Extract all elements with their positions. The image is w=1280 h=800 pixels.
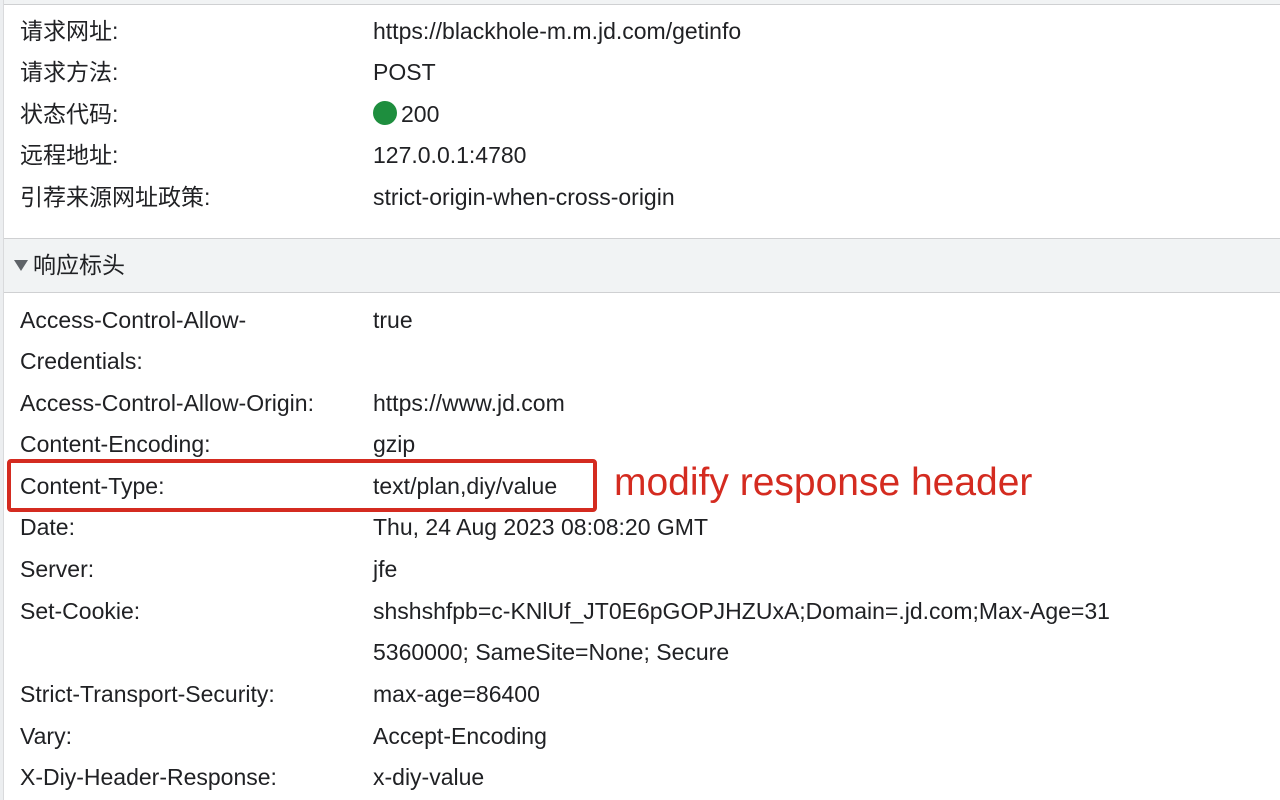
header-row-hsts: Strict-Transport-Security: max-age=86400 (0, 674, 1280, 715)
status-code-value: 200 (401, 101, 440, 127)
header-value-vary: Accept-Encoding (373, 723, 547, 749)
header-value-x-diy: x-diy-value (373, 764, 485, 790)
header-row-acao: Access-Control-Allow-Origin: https://www… (0, 383, 1280, 424)
general-row-status-code: 状态代码: 200 (0, 94, 1280, 135)
header-key-date: Date: (20, 514, 75, 540)
annotation-label: modify response header (614, 461, 1033, 504)
status-ok-icon (373, 101, 397, 125)
header-value-set-cookie: shshshfpb=c-KNlUf_JT0E6pGOPJHZUxA;Domain… (373, 598, 1110, 665)
header-row-x-diy: X-Diy-Header-Response: x-diy-value (0, 757, 1280, 798)
expand-triangle-icon (14, 260, 28, 271)
remote-address-value: 127.0.0.1:4780 (373, 142, 527, 168)
request-url-value: https://blackhole-m.m.jd.com/getinfo (373, 18, 742, 44)
header-value-acac: true (373, 307, 413, 333)
header-key-acao: Access-Control-Allow-Origin: (20, 390, 314, 416)
header-value-hsts: max-age=86400 (373, 681, 540, 707)
header-row-vary: Vary: Accept-Encoding (0, 716, 1280, 757)
request-method-label: 请求方法: (20, 59, 119, 85)
status-code-value-wrap: 200 (373, 94, 439, 135)
status-code-label: 状态代码: (20, 101, 119, 127)
general-row-request-method: 请求方法: POST (0, 52, 1280, 93)
header-key-vary: Vary: (20, 723, 72, 749)
response-headers-section-toggle[interactable]: 响应标头 (4, 238, 1280, 293)
header-row-date: Date: Thu, 24 Aug 2023 08:08:20 GMT (0, 507, 1280, 548)
header-value-acao: https://www.jd.com (373, 390, 565, 416)
general-row-remote-address: 远程地址: 127.0.0.1:4780 (0, 135, 1280, 176)
remote-address-label: 远程地址: (20, 142, 119, 168)
response-headers-title: 响应标头 (33, 252, 125, 278)
header-row-set-cookie: Set-Cookie: shshshfpb=c-KNlUf_JT0E6pGOPJ… (0, 591, 1280, 673)
header-key-x-diy: X-Diy-Header-Response: (20, 764, 277, 790)
header-value-date: Thu, 24 Aug 2023 08:08:20 GMT (373, 514, 709, 540)
content-type-highlight-box (7, 459, 597, 512)
panel-top-border (0, 0, 1280, 5)
header-key-hsts: Strict-Transport-Security: (20, 681, 275, 707)
headers-panel: 请求网址: https://blackhole-m.m.jd.com/getin… (0, 0, 1280, 800)
request-url-label: 请求网址: (20, 18, 119, 44)
request-method-value: POST (373, 59, 436, 85)
header-key-server: Server: (20, 556, 95, 582)
referrer-policy-label: 引荐来源网址政策: (20, 184, 211, 210)
header-row-server: Server: jfe (0, 549, 1280, 590)
general-row-request-url: 请求网址: https://blackhole-m.m.jd.com/getin… (0, 11, 1280, 52)
referrer-policy-value: strict-origin-when-cross-origin (373, 184, 675, 210)
header-row-acac: Access-Control-Allow-Credentials: true (0, 300, 1280, 382)
header-value-server: jfe (373, 556, 398, 582)
header-key-set-cookie: Set-Cookie: (20, 598, 141, 624)
general-row-referrer-policy: 引荐来源网址政策: strict-origin-when-cross-origi… (0, 177, 1280, 218)
header-key-acac: Access-Control-Allow-Credentials: (20, 307, 247, 374)
